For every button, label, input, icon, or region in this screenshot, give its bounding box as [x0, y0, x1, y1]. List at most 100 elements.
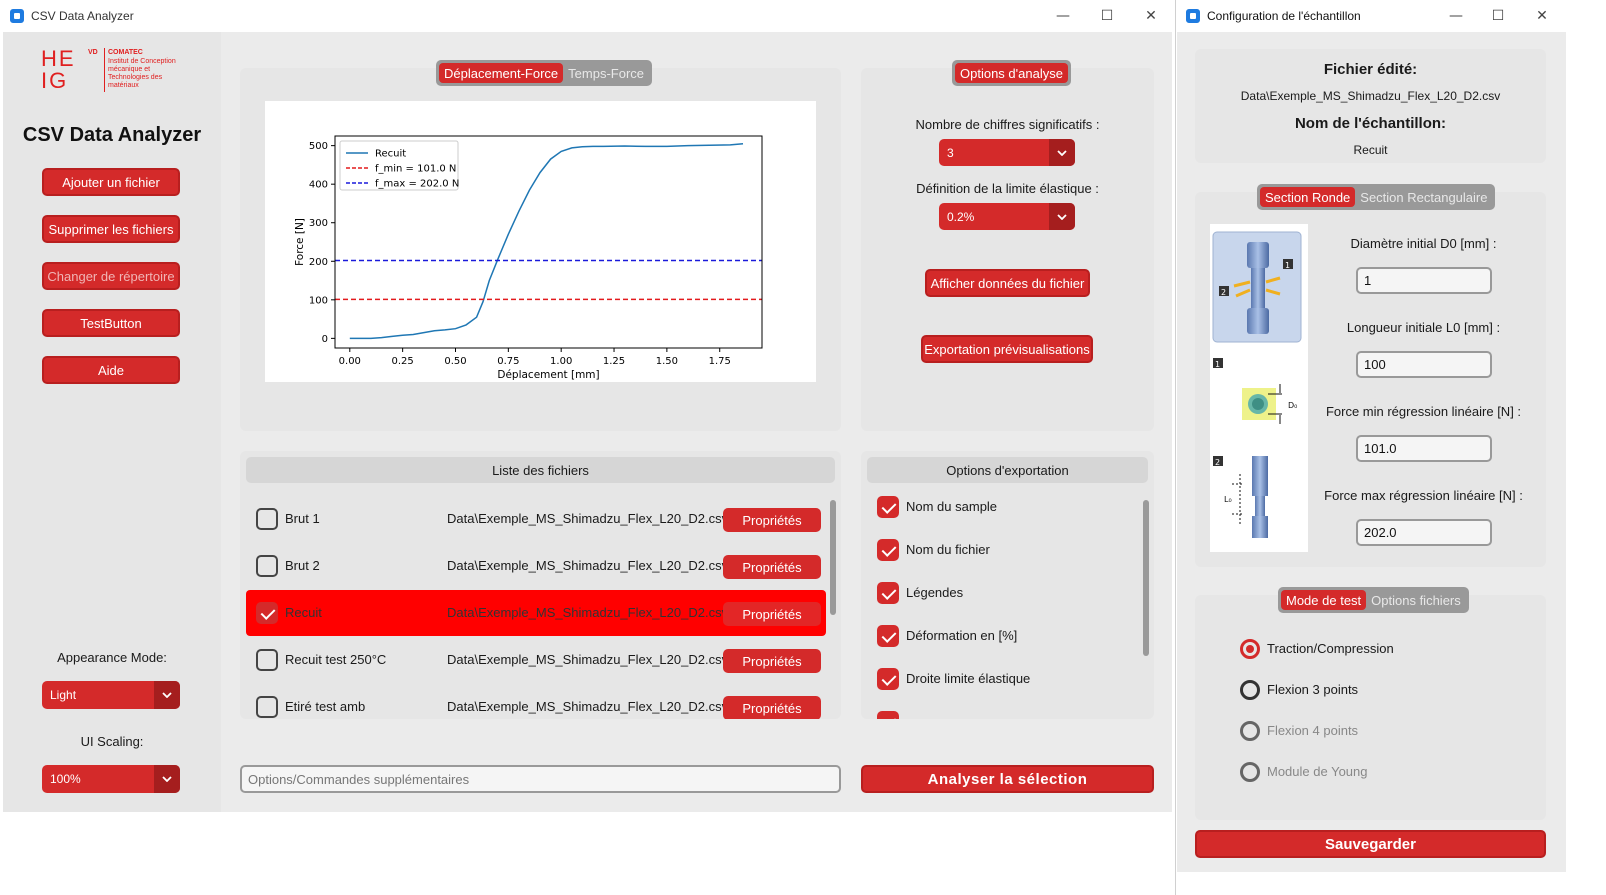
svg-text:1: 1	[1285, 261, 1290, 270]
test-button[interactable]: TestButton	[42, 309, 180, 337]
export-option-checkbox[interactable]	[877, 668, 899, 690]
chevron-down-icon	[154, 681, 180, 709]
mode-tabs: Mode de test Options fichiers	[1278, 587, 1469, 613]
x-tick-label: 1.50	[656, 356, 678, 367]
heig-logo: HE VD IG COMATEC Institut de Conception …	[41, 46, 176, 93]
svg-text:1: 1	[1215, 360, 1220, 369]
properties-button[interactable]: Propriétés	[723, 508, 821, 532]
file-list-scrollbar[interactable]	[830, 500, 836, 615]
file-name: Etiré test amb	[285, 699, 366, 714]
export-option-label: Droite limite élastique	[906, 671, 1031, 686]
y-tick-label: 200	[309, 257, 328, 268]
export-option-checkbox[interactable]	[877, 625, 899, 647]
appearance-label: Appearance Mode:	[57, 650, 167, 665]
file-row[interactable]: Brut 2 Data\Exemple_MS_Shimadzu_Flex_L20_…	[246, 543, 826, 589]
commands-input[interactable]: Options/Commandes supplémentaires	[240, 765, 841, 793]
tab-displacement-force[interactable]: Déplacement-Force	[439, 63, 564, 83]
tab-round-section[interactable]: Section Ronde	[1260, 187, 1356, 207]
tab-rectangular-section[interactable]: Section Rectangulaire	[1355, 187, 1492, 207]
show-file-data-button[interactable]: Afficher données du fichier	[925, 269, 1090, 297]
test-mode-radio[interactable]	[1240, 680, 1260, 700]
file-path: Data\Exemple_MS_Shimadzu_Flex_L20_D2.csv	[447, 699, 729, 714]
file-edited-value: Data\Exemple_MS_Shimadzu_Flex_L20_D2.csv	[1240, 89, 1501, 103]
test-mode-label: Flexion 3 points	[1267, 682, 1359, 697]
maximize-icon[interactable]: ☐	[1097, 6, 1117, 26]
field-label: Longueur initiale L0 [mm] :	[1346, 320, 1501, 335]
app-icon	[10, 9, 24, 23]
file-checkbox[interactable]	[256, 649, 278, 671]
analysis-options-header: Options d'analyse	[952, 60, 1071, 86]
file-edited-label: Fichier édité:	[1323, 61, 1418, 78]
sidebar: HE VD IG COMATEC Institut de Conception …	[3, 32, 221, 812]
analyze-selection-button[interactable]: Analyser la sélection	[861, 765, 1154, 793]
test-mode-radio[interactable]	[1240, 639, 1260, 659]
file-list-panel: Liste des fichiers Brut 1 Data\Exemple_MS…	[240, 451, 841, 719]
file-checkbox[interactable]	[256, 696, 278, 718]
y-axis-label: Force [N]	[294, 218, 306, 266]
file-row[interactable]: Brut 1 Data\Exemple_MS_Shimadzu_Flex_L20_…	[246, 496, 826, 542]
field-input[interactable]: 101.0	[1356, 435, 1492, 462]
test-mode-label: Module de Young	[1267, 764, 1368, 779]
file-row[interactable]: Recuit Data\Exemple_MS_Shimadzu_Flex_L20_…	[246, 590, 826, 636]
add-file-button[interactable]: Ajouter un fichier	[42, 168, 180, 196]
file-row[interactable]: Recuit test 250°C Data\Exemple_MS_Shimadz…	[246, 637, 826, 683]
export-option-label: Déformation en [%]	[906, 628, 1018, 643]
field-input[interactable]: 100	[1356, 351, 1492, 378]
test-mode-label: Flexion 4 points	[1267, 723, 1359, 738]
test-mode-radio[interactable]	[1240, 721, 1260, 741]
x-tick-label: 1.75	[709, 356, 731, 367]
field-label: Force min régression linéaire [N] :	[1325, 404, 1522, 419]
file-name: Recuit test 250°C	[285, 652, 387, 667]
export-option-checkbox[interactable]	[877, 582, 899, 604]
close-icon[interactable]: ✕	[1141, 6, 1161, 26]
tab-test-mode[interactable]: Mode de test	[1281, 590, 1367, 610]
save-button[interactable]: Sauvegarder	[1195, 830, 1546, 858]
test-mode-label: Traction/Compression	[1267, 641, 1394, 656]
export-options-panel: Options d'exportation Nom du sample Nom d…	[861, 451, 1154, 719]
sig-figs-dropdown[interactable]: 3	[939, 139, 1075, 166]
export-option-label: Nom du fichier	[906, 542, 990, 557]
change-directory-button[interactable]: Changer de répertoire	[42, 262, 180, 290]
plot-tabs: Déplacement-Force Temps-Force	[436, 60, 653, 86]
file-row[interactable]: Etiré test amb Data\Exemple_MS_Shimadzu_F…	[246, 684, 826, 719]
chevron-down-icon	[154, 765, 180, 793]
properties-button[interactable]: Propriétés	[723, 649, 821, 673]
elastic-limit-dropdown[interactable]: 0.2%	[939, 203, 1075, 230]
file-checkbox[interactable]	[256, 508, 278, 530]
close-icon[interactable]: ✕	[1532, 6, 1552, 26]
export-previews-button[interactable]: Exportation prévisualisations	[921, 335, 1093, 363]
force-displacement-chart: 0.00 0.25 0.50 0.75 1.00 1.25 1.50 1.75 0 100 200 3…	[294, 135, 763, 381]
export-option-checkbox[interactable]	[877, 539, 899, 561]
field-input[interactable]: 202.0	[1356, 519, 1492, 546]
ui-scaling-dropdown[interactable]: 100%	[42, 765, 180, 793]
x-axis-label: Déplacement [mm]	[497, 369, 599, 381]
file-checkbox[interactable]	[256, 602, 278, 624]
delete-files-button[interactable]: Supprimer les fichiers	[42, 215, 180, 243]
svg-text:L₀: L₀	[1224, 495, 1232, 504]
appearance-dropdown[interactable]: Light	[42, 681, 180, 709]
file-path: Data\Exemple_MS_Shimadzu_Flex_L20_D2.csv	[447, 511, 729, 526]
tab-time-force[interactable]: Temps-Force	[563, 63, 649, 83]
app-icon	[1186, 9, 1200, 23]
help-button[interactable]: Aide	[42, 356, 180, 384]
export-option-checkbox[interactable]	[877, 711, 899, 719]
export-option-checkbox[interactable]	[877, 496, 899, 518]
properties-button[interactable]: Propriétés	[723, 696, 821, 719]
export-options-scrollbar[interactable]	[1143, 500, 1149, 656]
tab-file-options[interactable]: Options fichiers	[1366, 590, 1466, 610]
legend-label: f_min = 101.0 N	[375, 164, 456, 175]
properties-button[interactable]: Propriétés	[723, 602, 821, 626]
test-mode-radio[interactable]	[1240, 762, 1260, 782]
y-tick-label: 500	[309, 141, 328, 152]
x-tick-label: 0.75	[497, 356, 519, 367]
properties-button[interactable]: Propriétés	[723, 555, 821, 579]
svg-text:D₀: D₀	[1288, 401, 1297, 410]
minimize-icon[interactable]: —	[1446, 6, 1466, 26]
export-options-header: Options d'exportation	[867, 457, 1148, 483]
x-tick-label: 1.25	[603, 356, 625, 367]
minimize-icon[interactable]: —	[1053, 6, 1073, 26]
x-tick-label: 1.00	[550, 356, 572, 367]
field-input[interactable]: 1	[1356, 267, 1492, 294]
file-checkbox[interactable]	[256, 555, 278, 577]
maximize-icon[interactable]: ☐	[1488, 6, 1508, 26]
